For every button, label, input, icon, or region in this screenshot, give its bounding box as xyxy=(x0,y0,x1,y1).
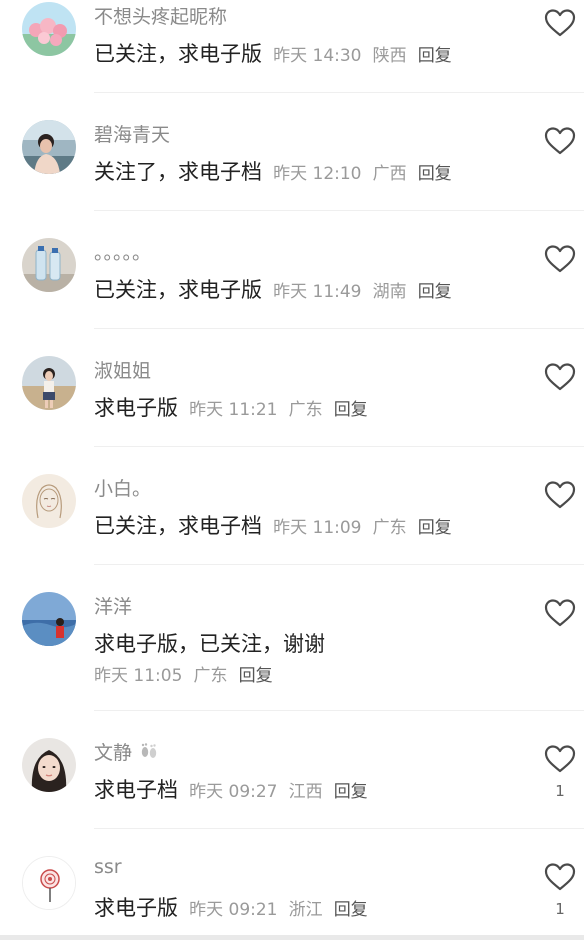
comment-line: 求电子版，已关注，谢谢 xyxy=(94,628,325,658)
divider xyxy=(94,564,584,565)
comment-time: 昨天 11:49 xyxy=(273,282,362,302)
comment-line: 已关注，求电子档 昨天 11:09 广东 回复 xyxy=(94,510,452,540)
divider xyxy=(94,828,584,829)
avatar[interactable] xyxy=(22,738,76,792)
heart-outline-icon xyxy=(544,245,576,273)
comment-text: 求电子版 xyxy=(94,896,178,920)
comment-meta-line: 昨天 11:05 广东 回复 xyxy=(94,661,273,686)
comment-location: 陕西 xyxy=(372,46,407,66)
reply-button[interactable]: 回复 xyxy=(418,164,452,184)
avatar[interactable] xyxy=(22,120,76,174)
divider xyxy=(94,328,584,329)
avatar[interactable] xyxy=(22,238,76,292)
heart-outline-icon xyxy=(544,127,576,155)
nickname[interactable]: ssr xyxy=(94,856,122,878)
divider xyxy=(94,92,584,93)
heart-outline-icon xyxy=(544,363,576,391)
nickname[interactable]: 文静 xyxy=(94,738,160,765)
nickname[interactable]: 小白。 xyxy=(94,474,151,501)
comment-time: 昨天 09:21 xyxy=(189,900,278,920)
comment-time: 昨天 14:30 xyxy=(273,46,362,66)
comment-text: 已关注，求电子版 xyxy=(94,278,262,302)
divider xyxy=(94,710,584,711)
like-button[interactable] xyxy=(542,244,578,282)
comment-line: 已关注，求电子版 昨天 14:30 陕西 回复 xyxy=(94,38,452,68)
avatar[interactable] xyxy=(22,2,76,56)
comment-location: 广东 xyxy=(193,666,228,686)
comment-time: 昨天 11:21 xyxy=(189,400,278,420)
reply-button[interactable]: 回复 xyxy=(334,400,368,420)
avatar[interactable] xyxy=(22,474,76,528)
like-count: 1 xyxy=(555,900,565,918)
heart-outline-icon xyxy=(544,9,576,37)
comment-line: 求电子版 昨天 11:21 广东 回复 xyxy=(94,392,368,422)
divider xyxy=(94,446,584,447)
comment-line: 关注了，求电子档 昨天 12:10 广西 回复 xyxy=(94,156,452,186)
reply-button[interactable]: 回复 xyxy=(334,782,368,802)
comment-location: 广东 xyxy=(372,518,407,538)
reply-button[interactable]: 回复 xyxy=(418,518,452,538)
like-count: 1 xyxy=(555,782,565,800)
reply-button[interactable]: 回复 xyxy=(418,46,452,66)
comment-time: 昨天 11:05 xyxy=(94,666,183,686)
footprints-icon xyxy=(141,743,157,758)
comment-text: 已关注，求电子档 xyxy=(94,514,262,538)
comment-line: 求电子档 昨天 09:27 江西 回复 xyxy=(94,774,368,804)
comment-text: 关注了，求电子档 xyxy=(94,160,262,184)
nickname-text: 文静 xyxy=(94,742,133,764)
like-button[interactable]: 1 xyxy=(542,744,578,800)
heart-outline-icon xyxy=(544,863,576,891)
like-button[interactable]: 1 xyxy=(542,862,578,918)
reply-button[interactable]: 回复 xyxy=(239,666,273,686)
avatar[interactable] xyxy=(22,356,76,410)
comment-text: 求电子版 xyxy=(94,396,178,420)
comment-location: 湖南 xyxy=(372,282,407,302)
comment-line: 已关注，求电子版 昨天 11:49 湖南 回复 xyxy=(94,274,452,304)
nickname[interactable]: 不想头疼起昵称 xyxy=(94,2,227,29)
comment-location: 江西 xyxy=(288,782,323,802)
comment-time: 昨天 09:27 xyxy=(189,782,278,802)
comment-location: 广西 xyxy=(372,164,407,184)
like-button[interactable] xyxy=(542,8,578,46)
comment-text: 求电子档 xyxy=(94,778,178,802)
like-button[interactable] xyxy=(542,126,578,164)
nickname[interactable]: 碧海青天 xyxy=(94,120,170,147)
heart-outline-icon xyxy=(544,745,576,773)
reply-button[interactable]: 回复 xyxy=(418,282,452,302)
like-button[interactable] xyxy=(542,362,578,400)
reply-button[interactable]: 回复 xyxy=(334,900,368,920)
nickname[interactable]: 淑姐姐 xyxy=(94,356,151,383)
avatar[interactable] xyxy=(22,592,76,646)
like-button[interactable] xyxy=(542,480,578,518)
nickname[interactable]: 洋洋 xyxy=(94,592,132,619)
comment-time: 昨天 12:10 xyxy=(273,164,362,184)
divider xyxy=(94,210,584,211)
avatar[interactable] xyxy=(22,856,76,910)
comment-text: 已关注，求电子版 xyxy=(94,42,262,66)
comment-text: 求电子版，已关注，谢谢 xyxy=(94,632,325,656)
like-button[interactable] xyxy=(542,598,578,636)
nickname[interactable]: 。。。。。 xyxy=(94,238,151,265)
comment-time: 昨天 11:09 xyxy=(273,518,362,538)
comment-location: 广东 xyxy=(288,400,323,420)
comment-line: 求电子版 昨天 09:21 浙江 回复 xyxy=(94,892,368,922)
heart-outline-icon xyxy=(544,481,576,509)
heart-outline-icon xyxy=(544,599,576,627)
comment-location: 浙江 xyxy=(288,900,323,920)
bottom-edge xyxy=(0,935,584,940)
